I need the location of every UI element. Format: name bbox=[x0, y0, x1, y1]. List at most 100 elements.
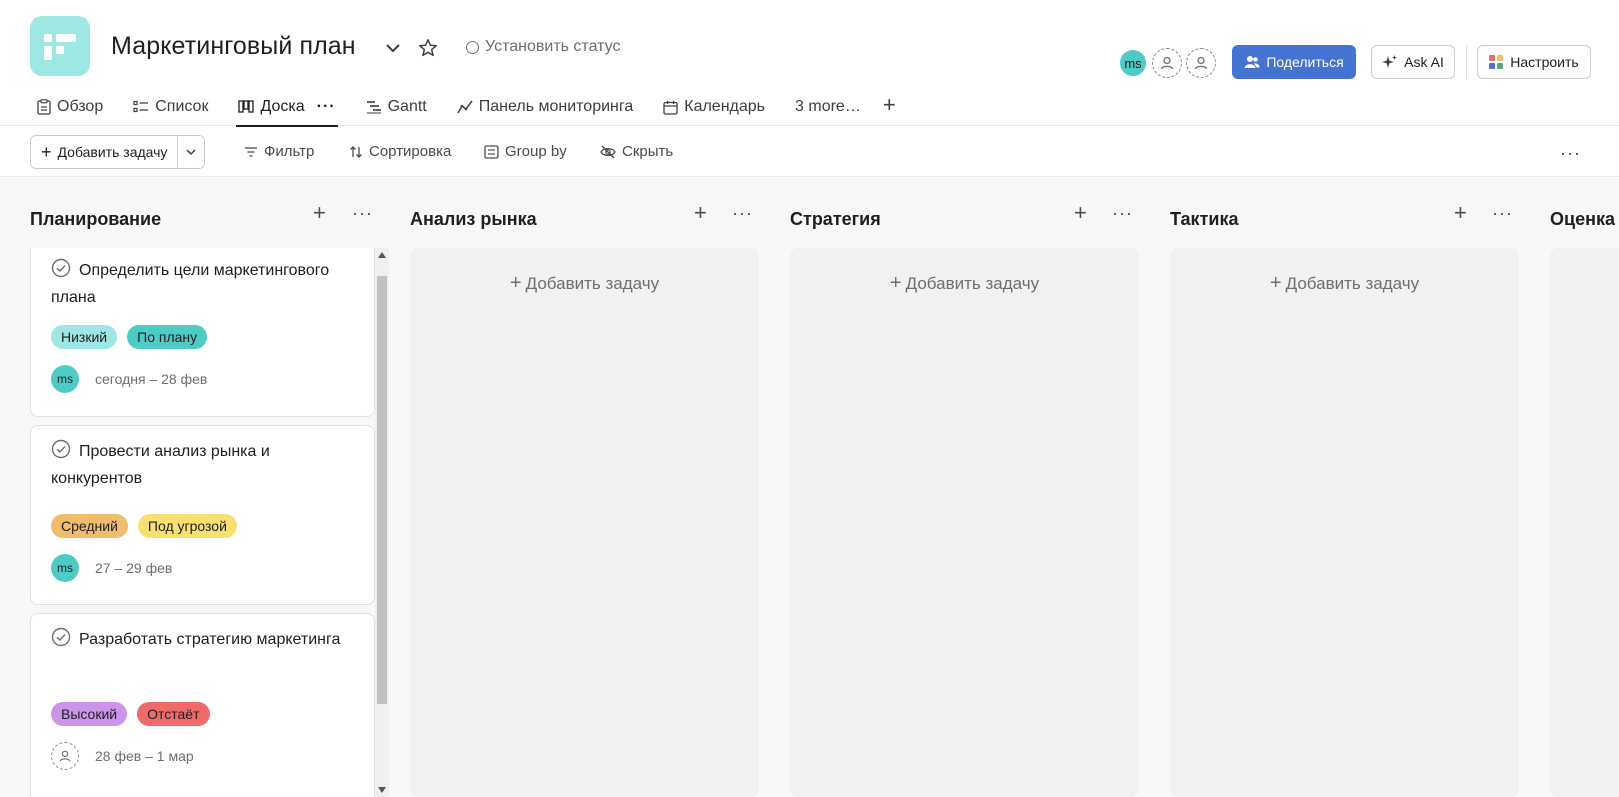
star-icon[interactable] bbox=[417, 37, 439, 59]
tab-list[interactable]: Список bbox=[131, 92, 210, 122]
group-by-icon bbox=[484, 144, 499, 159]
share-button[interactable]: Поделиться bbox=[1232, 45, 1356, 79]
task-card[interactable]: Провести анализ рынка и конкурентов Сред… bbox=[30, 425, 375, 605]
column-task-list: Определить цели маркетингового плана Низ… bbox=[30, 248, 375, 797]
add-task-in-column[interactable]: + Добавить задачу bbox=[410, 272, 759, 295]
task-title: Разработать стратегию маркетинга bbox=[79, 631, 341, 648]
add-task-in-column[interactable]: + Добавить задачу bbox=[1170, 272, 1519, 295]
sort-button[interactable]: Сортировка bbox=[349, 143, 451, 160]
toolbar-more-icon[interactable]: ··· bbox=[1560, 143, 1581, 164]
assignee-avatar[interactable]: ms bbox=[51, 554, 79, 582]
add-column-task-plus-icon[interactable]: + bbox=[694, 200, 707, 226]
status-circle-icon bbox=[466, 40, 479, 54]
hide-button[interactable]: Скрыть bbox=[600, 143, 673, 160]
chevron-down-icon[interactable] bbox=[383, 38, 403, 58]
sort-icon bbox=[350, 145, 362, 158]
add-task-split-button: + Добавить задачу bbox=[30, 135, 206, 169]
add-column-task-plus-icon[interactable]: + bbox=[1454, 200, 1467, 226]
tab-calendar[interactable]: Календарь bbox=[661, 92, 767, 122]
project-board-icon[interactable] bbox=[30, 16, 90, 76]
add-column-task-plus-icon[interactable]: + bbox=[1074, 200, 1087, 226]
scroll-down-arrow-icon[interactable] bbox=[378, 787, 386, 793]
column-menu-icon[interactable]: ··· bbox=[1112, 203, 1133, 224]
column-header[interactable]: Планирование bbox=[30, 206, 161, 232]
status-tag[interactable]: По плану bbox=[127, 325, 208, 349]
tab-label: Календарь bbox=[684, 98, 766, 115]
add-task-in-column[interactable]: + Добавить задачу bbox=[790, 272, 1139, 295]
ask-ai-button[interactable]: Ask AI bbox=[1371, 45, 1455, 79]
due-date[interactable]: сегодня – 28 фев bbox=[95, 371, 207, 387]
unassigned-avatar-icon[interactable] bbox=[51, 742, 79, 770]
column-drop-area: + Добавить задачу bbox=[790, 248, 1139, 797]
checkmark-circle-icon[interactable] bbox=[51, 258, 71, 278]
ask-ai-label: Ask AI bbox=[1404, 54, 1444, 70]
status-tag[interactable]: Отстаёт bbox=[137, 702, 210, 726]
dashboard-icon bbox=[457, 100, 473, 114]
task-card[interactable]: Определить цели маркетингового плана Низ… bbox=[30, 248, 375, 417]
tab-label: Список bbox=[155, 98, 209, 115]
add-column-task-plus-icon[interactable]: + bbox=[313, 200, 326, 226]
checkmark-circle-icon[interactable] bbox=[51, 439, 71, 459]
column-header[interactable]: Анализ рынка bbox=[410, 206, 537, 232]
due-date[interactable]: 27 – 29 фев bbox=[95, 560, 172, 576]
column-title: Анализ рынка bbox=[410, 208, 537, 229]
tab-label: Доска bbox=[260, 98, 305, 115]
board-toolbar: + Добавить задачу Фильтр Сортировка Grou… bbox=[0, 127, 1619, 177]
empty-avatar-icon[interactable] bbox=[1152, 48, 1182, 78]
task-title: Определить цели маркетингового плана bbox=[51, 262, 330, 306]
scrollbar-thumb[interactable] bbox=[377, 276, 387, 704]
tab-dashboard[interactable]: Панель мониторинга bbox=[455, 92, 636, 122]
tab-more-dots[interactable]: ··· bbox=[317, 98, 336, 116]
board-icon bbox=[238, 100, 255, 113]
divider bbox=[1466, 45, 1467, 79]
set-status-label: Установить статус bbox=[485, 38, 621, 55]
board: Планирование + ··· Определить цели марке… bbox=[0, 178, 1619, 797]
column-drop-area bbox=[1550, 248, 1619, 797]
column-drop-area: + Добавить задачу bbox=[410, 248, 759, 797]
calendar-icon bbox=[663, 100, 678, 115]
priority-tag[interactable]: Высокий bbox=[51, 702, 128, 726]
column-menu-icon[interactable]: ··· bbox=[732, 203, 753, 224]
filter-label: Фильтр bbox=[264, 143, 315, 160]
column-scrollbar[interactable] bbox=[375, 248, 389, 797]
add-task-button[interactable]: + Добавить задачу bbox=[31, 136, 179, 168]
due-date[interactable]: 28 фев – 1 мар bbox=[95, 748, 194, 764]
add-task-label: Добавить задачу bbox=[57, 144, 168, 160]
tab-label: Панель мониторинга bbox=[478, 98, 634, 115]
list-icon bbox=[133, 100, 149, 113]
people-icon bbox=[1244, 56, 1260, 68]
share-label: Поделиться bbox=[1266, 54, 1344, 70]
column-title: Тактика bbox=[1170, 208, 1239, 229]
project-header: Маркетинговый план Установить статус ms … bbox=[0, 0, 1619, 127]
group-by-button[interactable]: Group by bbox=[484, 143, 567, 160]
priority-tag[interactable]: Низкий bbox=[51, 325, 118, 349]
task-title: Провести анализ рынка и конкурентов bbox=[51, 443, 270, 487]
priority-tag[interactable]: Средний bbox=[51, 514, 128, 538]
column-header[interactable]: Стратегия bbox=[790, 206, 881, 232]
column-header[interactable]: Оценка bbox=[1550, 206, 1615, 232]
tab-gantt[interactable]: Gantt bbox=[364, 92, 429, 122]
tab-overview[interactable]: Обзор bbox=[35, 92, 105, 122]
column-header[interactable]: Тактика bbox=[1170, 206, 1238, 232]
empty-avatar-icon[interactable] bbox=[1186, 48, 1216, 78]
filter-button[interactable]: Фильтр bbox=[244, 143, 314, 160]
assignee-avatar[interactable]: ms bbox=[51, 365, 79, 393]
scroll-up-arrow-icon[interactable] bbox=[378, 252, 386, 258]
add-task-dropdown[interactable] bbox=[178, 136, 204, 168]
column-menu-icon[interactable]: ··· bbox=[1492, 203, 1513, 224]
tab-label: 3 more… bbox=[795, 98, 861, 115]
chevron-down-icon bbox=[186, 149, 196, 156]
add-tab-plus-icon[interactable]: + bbox=[883, 92, 896, 118]
task-card[interactable]: Разработать стратегию маркетинга Высокий… bbox=[30, 613, 375, 797]
set-status-button[interactable]: Установить статус bbox=[466, 38, 620, 56]
column-title: Оценка bbox=[1550, 208, 1615, 229]
avatar[interactable]: ms bbox=[1118, 48, 1148, 78]
checkmark-circle-icon[interactable] bbox=[51, 627, 71, 647]
status-tag[interactable]: Под угрозой bbox=[137, 514, 237, 538]
project-title[interactable]: Маркетинговый план bbox=[111, 32, 356, 61]
hide-label: Скрыть bbox=[622, 143, 674, 160]
column-menu-icon[interactable]: ··· bbox=[352, 203, 373, 224]
tab-board[interactable]: Доска ··· bbox=[236, 92, 338, 127]
customize-button[interactable]: Настроить bbox=[1477, 45, 1591, 79]
tab-more[interactable]: 3 more… bbox=[793, 92, 863, 122]
